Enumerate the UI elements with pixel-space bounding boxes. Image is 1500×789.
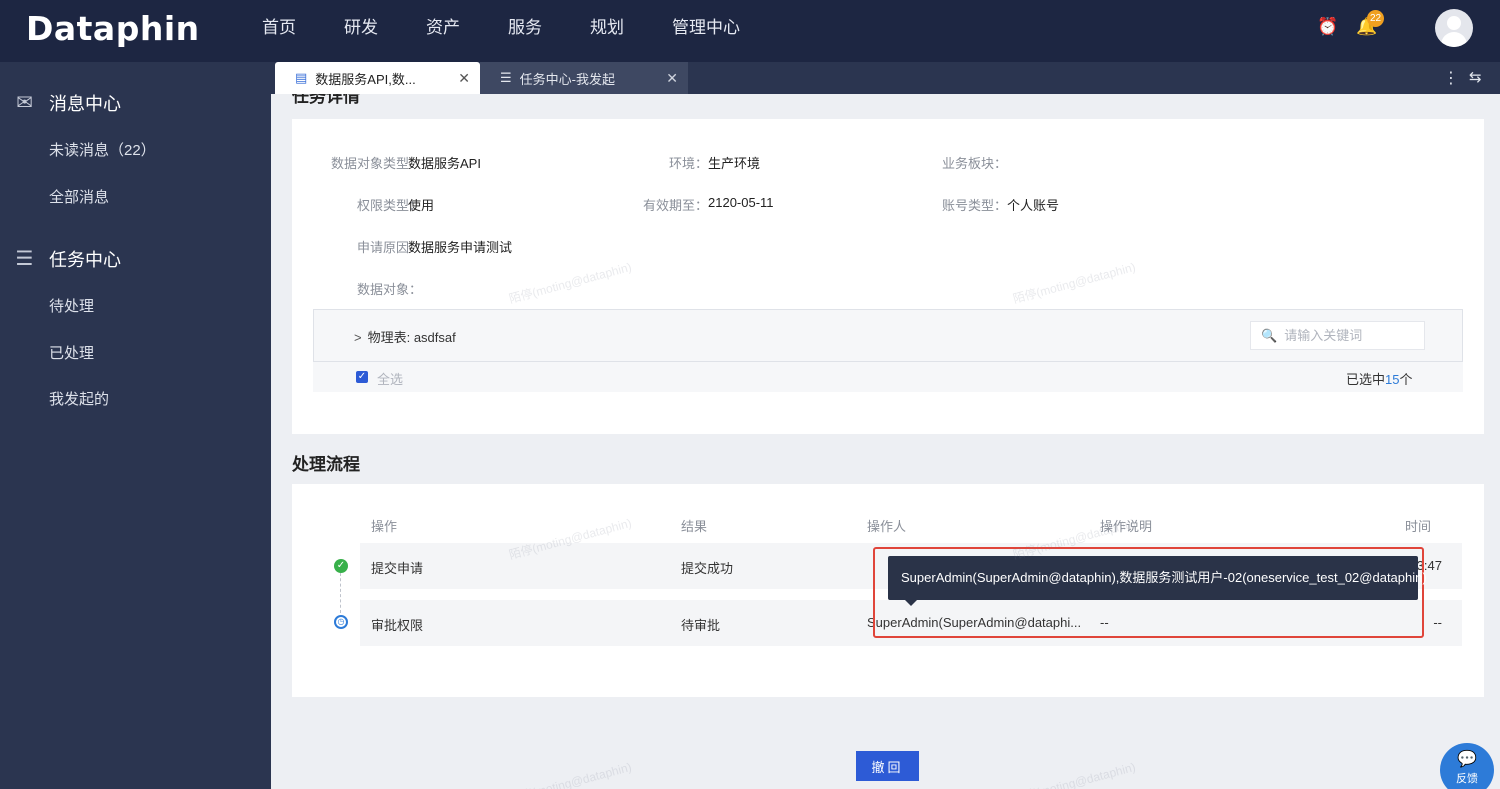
column-header-result: 结果 [681,519,708,534]
field-label-env: 环境： [668,156,708,171]
revoke-button[interactable]: 撤回 [856,751,919,781]
chat-icon: 💬 [1457,751,1477,768]
user-avatar[interactable] [1435,9,1473,47]
chevron-right-icon: > [354,330,362,345]
collapse-icon[interactable]: ⇆ [1469,68,1482,86]
app-logo[interactable]: Dataphin [26,9,200,48]
selected-count: 已选中15个 [1346,369,1413,388]
object-expand-toggle[interactable]: > 物理表: asdfsaf [354,327,456,346]
field-label-expire: 有效期至： [642,198,708,213]
sidebar-item-pending[interactable]: 待处理 [49,295,94,316]
sidebar: ✉ 消息中心 未读消息（22） 全部消息 ☰ 任务中心 待处理 已处理 我发起的 [0,62,271,789]
process-title: 处理流程 [292,455,360,474]
avatar-body [1441,32,1467,47]
field-label-biz: 业务板块： [941,156,1007,171]
watermark: 陌停(moting@dataphin) [507,759,634,789]
select-all-row: ✓ 全选 已选中15个 [313,362,1463,392]
sidebar-item-processed[interactable]: 已处理 [49,342,94,363]
column-header-op: 操作 [371,519,398,534]
tab-label: 数据服务API,数... [315,71,416,87]
top-navbar: Dataphin 首页 研发 资产 服务 规划 管理中心 ⏰ 🔔 22 [0,0,1500,62]
step-connector [340,573,341,613]
column-header-time: 时间 [1405,519,1432,534]
nav-item-admin[interactable]: 管理中心 [672,0,740,62]
tab-bar: ▤ 数据服务API,数... ✕ ☰ 任务中心-我发起 ✕ ⋮ ⇆ [271,62,1500,94]
data-object-panel: > 物理表: asdfsaf 🔍 [313,309,1463,362]
nav-item-service[interactable]: 服务 [508,0,542,62]
process-card: 操作 结果 操作人 操作说明 时间 提交申请 提交成功 19:13:47 ✓ 审… [292,484,1484,697]
nav-item-home[interactable]: 首页 [262,0,296,62]
sidebar-item-unread[interactable]: 未读消息（22） [49,139,156,160]
field-value-account: 个人账号 [1007,198,1060,213]
nav-item-develop[interactable]: 研发 [344,0,378,62]
feedback-button[interactable]: 💬 反馈 [1440,743,1494,789]
column-header-operator: 操作人 [867,519,907,534]
search-input[interactable] [1284,328,1415,343]
field-label-account: 账号类型： [941,198,1007,213]
close-icon[interactable]: ✕ [458,70,470,87]
document-icon: ▤ [295,70,308,85]
task-detail-card: 数据对象类型： 数据服务API 环境： 生产环境 业务板块： 权限类型： 使用 … [292,119,1484,434]
watermark: 陌停(moting@dataphin) [1011,759,1138,789]
row-result: 待审批 [681,618,721,633]
sidebar-group-label: 任务中心 [49,250,121,270]
field-value-env: 生产环境 [708,156,761,171]
row-time: -- [1433,615,1442,630]
select-all-checkbox[interactable]: ✓ [356,371,368,383]
row-op: 审批权限 [371,618,424,633]
sidebar-item-all-messages[interactable]: 全部消息 [49,186,109,207]
list-icon: ☰ [500,70,512,85]
avatar-head [1447,16,1461,30]
field-value-perm: 使用 [408,198,435,213]
field-value-object-type: 数据服务API [408,156,481,171]
field-label-objects: 数据对象： [356,282,422,297]
sidebar-item-initiated[interactable]: 我发起的 [49,388,109,409]
clock-icon: ◷ [334,615,348,629]
task-detail-title: 任务详情 [292,94,360,106]
sidebar-group-messages: ✉ 消息中心 [12,90,121,116]
mail-icon: ✉ [16,92,33,114]
more-vertical-icon[interactable]: ⋮ [1443,68,1459,88]
search-icon: 🔍 [1261,327,1278,343]
nav-item-plan[interactable]: 规划 [590,0,624,62]
row-op: 提交申请 [371,561,424,576]
sidebar-group-label: 消息中心 [49,94,121,114]
main-content: 任务详情 数据对象类型： 数据服务API 环境： 生产环境 业务板块： 权限类型… [271,94,1500,789]
sidebar-group-tasks: ☰ 任务中心 [12,246,121,272]
field-value-expire: 2120-05-11 [708,195,774,210]
close-icon[interactable]: ✕ [666,70,678,87]
tab-api-detail[interactable]: ▤ 数据服务API,数... ✕ [275,62,480,94]
field-value-reason: 数据服务申请测试 [408,240,513,255]
list-icon: ☰ [15,248,34,270]
row-result: 提交成功 [681,561,734,576]
object-search: 🔍 [1250,321,1425,350]
selected-number: 15 [1385,372,1400,387]
main-nav: 首页 研发 资产 服务 规划 管理中心 [262,0,788,62]
selected-suffix: 个 [1399,372,1413,387]
select-all-label: 全选 [377,372,404,387]
alarm-icon[interactable]: ⏰ [1317,16,1339,38]
object-title: 物理表: asdfsaf [367,330,456,345]
tab-initiated[interactable]: ☰ 任务中心-我发起 ✕ [480,62,688,94]
notification-badge: 22 [1367,10,1385,27]
selected-prefix: 已选中 [1346,372,1386,387]
feedback-label: 反馈 [1456,773,1478,785]
check-circle-icon: ✓ [334,559,348,573]
tab-label: 任务中心-我发起 [519,71,615,87]
tooltip-arrow [905,600,917,606]
operator-tooltip: SuperAdmin(SuperAdmin@dataphin),数据服务测试用户… [888,556,1427,600]
nav-item-assets[interactable]: 资产 [426,0,460,62]
column-header-desc: 操作说明 [1100,519,1153,534]
